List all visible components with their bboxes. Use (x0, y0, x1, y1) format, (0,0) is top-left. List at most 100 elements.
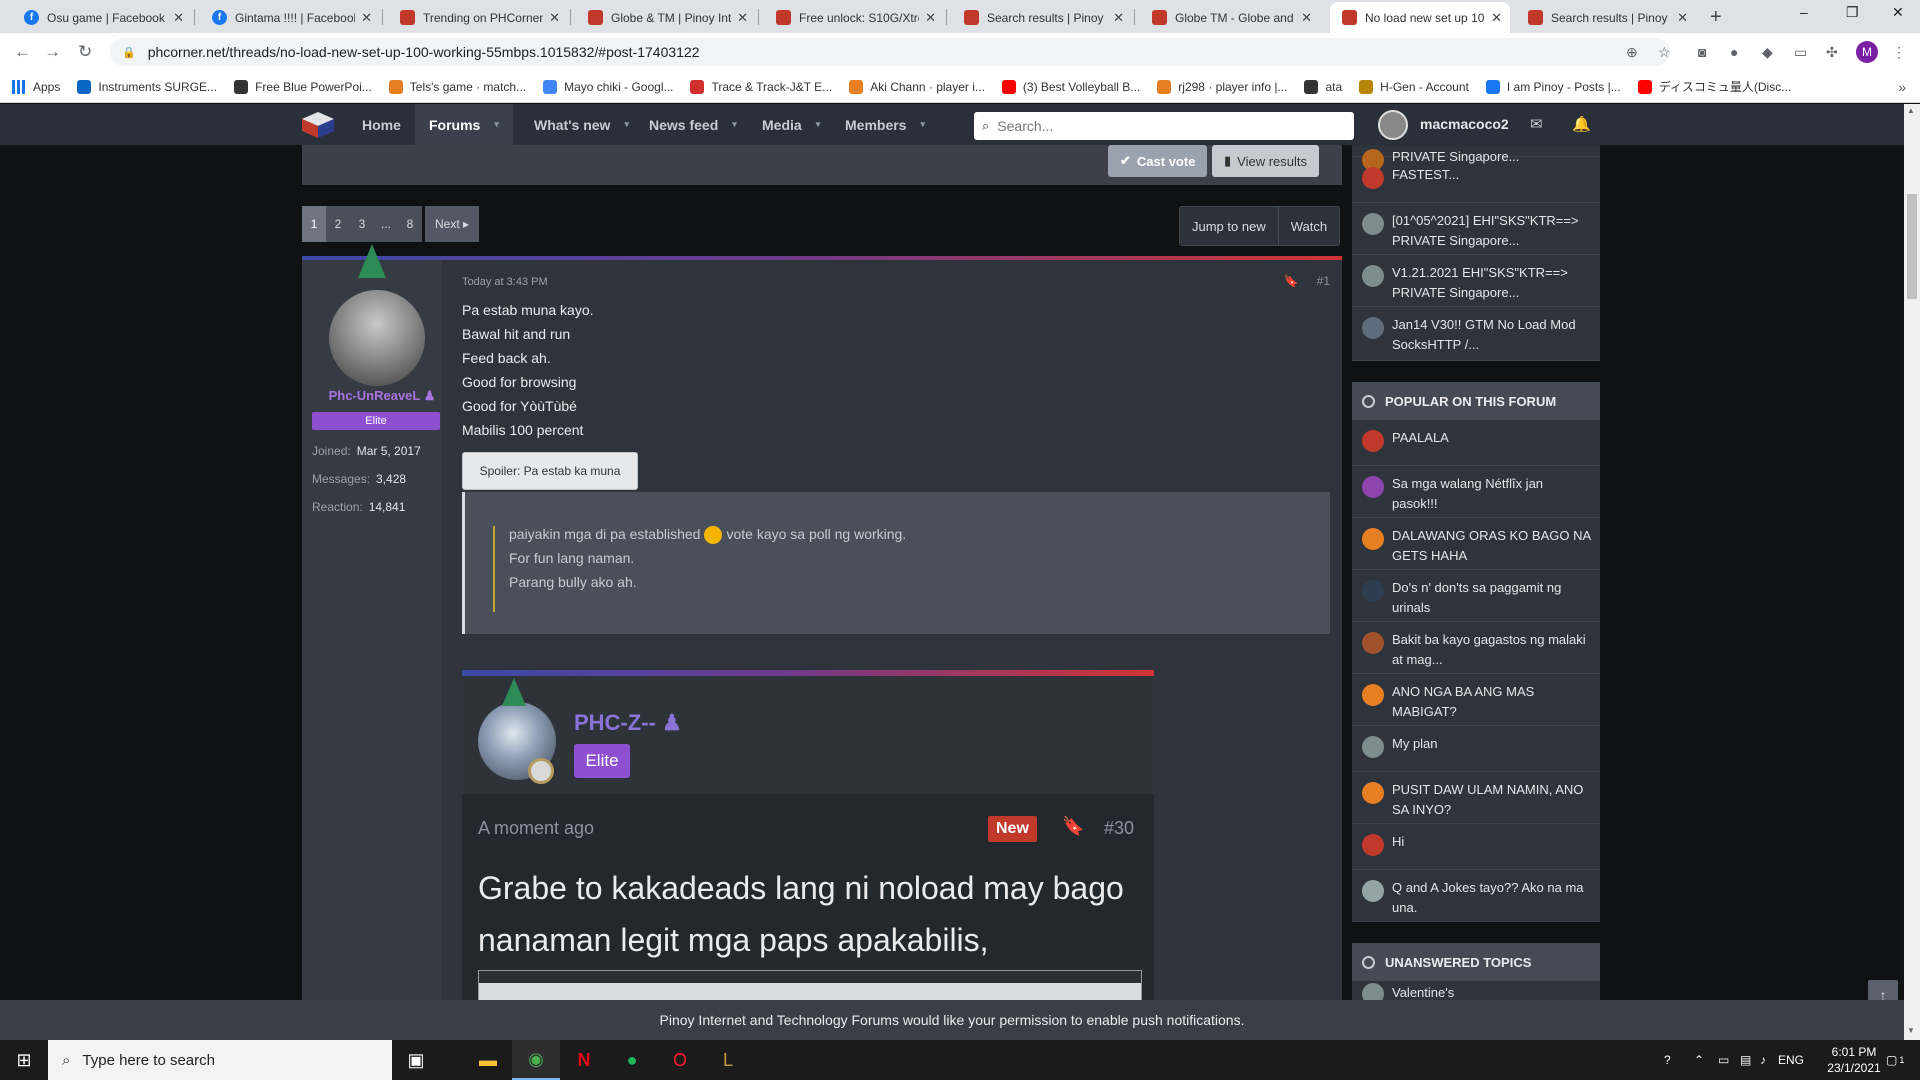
system-clock[interactable]: 6:01 PM 23/1/2021 (1812, 1044, 1896, 1076)
cast-vote-button[interactable]: ✔ Cast vote (1108, 145, 1208, 177)
bookmark-item[interactable]: Free Blue PowerPoi... (234, 79, 372, 94)
page-ellipsis[interactable]: ... (374, 206, 398, 242)
back-arrow-icon[interactable]: ← (14, 42, 31, 62)
spoiler-toggle-button[interactable]: Spoiler: Pa estab ka muna (462, 452, 638, 490)
extension-icon[interactable]: ● (1730, 44, 1738, 60)
netflix-icon[interactable]: N (560, 1040, 608, 1080)
nav-forums[interactable]: Forums ▾ (415, 104, 513, 145)
taskbar-search-box[interactable]: ⌕ Type here to search (48, 1040, 392, 1080)
sidebar-topic[interactable]: PRIVATE Singapore... (1352, 145, 1600, 171)
help-icon[interactable]: ? (1664, 1040, 1671, 1080)
scroll-down-arrow-icon[interactable]: ▼ (1907, 1026, 1915, 1035)
bookmark-item[interactable]: rj298 · player info |... (1157, 79, 1287, 94)
reload-icon[interactable]: ↻ (78, 42, 92, 62)
browser-tab[interactable]: Globe & TM | Pinoy Int ✕ (576, 2, 756, 33)
close-tab-icon[interactable]: ✕ (361, 10, 372, 26)
push-notification-banner[interactable]: Pinoy Internet and Technology Forums wou… (0, 1000, 1904, 1040)
bookmark-item[interactable]: Apps (12, 79, 60, 94)
bookmark-item[interactable]: Aki Chann · player i... (849, 79, 985, 94)
bookmark-item[interactable]: I am Pinoy - Posts |... (1485, 79, 1621, 94)
user-avatar[interactable] (1378, 110, 1408, 140)
browser-tab[interactable]: f Osu game | Facebook ✕ (12, 2, 192, 33)
kebab-menu-icon[interactable]: ⋮ (1892, 44, 1906, 61)
page-link[interactable]: 2 (326, 206, 350, 242)
sidebar-topic[interactable]: ANO NGA BA ANG MAS MABIGAT? (1352, 674, 1600, 726)
close-tab-icon[interactable]: ✕ (1677, 10, 1688, 26)
network-icon[interactable]: ▤ (1740, 1040, 1751, 1080)
close-tab-icon[interactable]: ✕ (549, 10, 560, 26)
file-explorer-icon[interactable]: ▬ (464, 1040, 512, 1080)
nav-news-feed[interactable]: News feed ▾ (649, 104, 737, 145)
bookmarks-overflow-icon[interactable]: » (1898, 79, 1906, 95)
sidebar-topic[interactable]: Bakit ba kayo gagastos ng malaki at mag.… (1352, 622, 1600, 674)
author-avatar[interactable] (329, 290, 425, 386)
nav-what-s-new[interactable]: What's new ▾ (534, 104, 629, 145)
author-name[interactable]: Phc-UnReaveL ♟ (322, 388, 442, 404)
chevron-down-icon[interactable]: ▾ (494, 119, 499, 130)
sidebar-topic[interactable]: Sa mga walang Nétflîx jan pasok!!! (1352, 466, 1600, 518)
sidebar-topic[interactable]: DALAWANG ORAS KO BAGO NA GETS HAHA (1352, 518, 1600, 570)
url-field[interactable]: 🔒 phcorner.net/threads/no-load-new-set-u… (110, 38, 1670, 66)
close-tab-icon[interactable]: ✕ (1113, 10, 1124, 26)
bookmark-icon[interactable]: 🔖 (1284, 274, 1299, 288)
profile-avatar[interactable]: M (1856, 41, 1878, 63)
close-tab-icon[interactable]: ✕ (925, 10, 936, 26)
browser-tab[interactable]: Search results | Pinoy In ✕ (952, 2, 1132, 33)
star-icon[interactable]: ☆ (1658, 44, 1671, 61)
username-link[interactable]: macmacoco2 (1420, 116, 1509, 132)
close-tab-icon[interactable]: ✕ (1301, 10, 1312, 26)
spotify-icon[interactable]: ● (608, 1040, 656, 1080)
envelope-icon[interactable]: ✉ (1530, 115, 1543, 133)
sidebar-topic[interactable]: Hi (1352, 824, 1600, 870)
bookmark-item[interactable]: Instruments SURGE... (77, 79, 217, 94)
bookmark-item[interactable]: ディスコミュ量人(Disc... (1637, 78, 1791, 95)
nav-members[interactable]: Members ▾ (845, 104, 925, 145)
sidebar-topic[interactable]: [01^05^2021] EHI"SKS"KTR==> PRIVATE Sing… (1352, 203, 1600, 255)
close-tab-icon[interactable]: ✕ (173, 10, 184, 26)
chrome-icon[interactable]: ◉ (512, 1040, 560, 1080)
jump-to-new-button[interactable]: Jump to new (1180, 207, 1279, 245)
page-link[interactable]: 3 (350, 206, 374, 242)
close-tab-icon[interactable]: ✕ (1491, 10, 1502, 26)
watch-button[interactable]: Watch (1279, 207, 1339, 245)
embedded-image[interactable]: PHC-Z-- ♟ Elite A moment ago New 🔖 #30 G… (462, 670, 1154, 1000)
sidebar-topic[interactable]: Jan14 V30!! GTM No Load Mod SocksHTTP /.… (1352, 307, 1600, 361)
language-indicator[interactable]: ENG (1778, 1040, 1804, 1080)
chevron-down-icon[interactable]: ▾ (816, 119, 821, 130)
task-view-icon[interactable]: ▣ (392, 1040, 440, 1080)
phcorner-logo[interactable] (300, 111, 336, 139)
tray-chevron-icon[interactable]: ⌃ (1694, 1040, 1704, 1080)
bookmark-item[interactable]: (3) Best Volleyball B... (1001, 79, 1140, 94)
sidebar-topic[interactable]: FASTEST... (1352, 157, 1600, 203)
screen-extension-icon[interactable]: ▭ (1794, 44, 1807, 61)
bookmark-item[interactable]: H-Gen - Account (1359, 79, 1469, 94)
opera-icon[interactable]: O (656, 1040, 704, 1080)
post-number-link[interactable]: #1 (1317, 274, 1330, 288)
browser-tab[interactable]: Trending on PHCorner ✕ (388, 2, 568, 33)
page-link[interactable]: 1 (302, 206, 326, 242)
bookmark-item[interactable]: Mayo chiki - Googl... (543, 79, 673, 94)
bell-icon[interactable]: 🔔 (1572, 115, 1591, 133)
bookmark-item[interactable]: Trace & Track-J&T E... (690, 79, 832, 94)
minimize-button[interactable]: – (1800, 4, 1808, 20)
sidebar-topic[interactable]: PUSIT DAW ULAM NAMIN, ANO SA INYO? (1352, 772, 1600, 824)
nav-home[interactable]: Home▾ (362, 104, 419, 145)
bookmark-item[interactable]: Tels's game · match... (388, 79, 526, 94)
page-scrollbar[interactable]: ▲ ▼ (1904, 104, 1920, 1040)
browser-tab[interactable]: Free unlock: S10G/Xtre ✕ (764, 2, 944, 33)
forward-arrow-icon[interactable]: → (44, 42, 61, 62)
view-results-button[interactable]: ▮ View results (1212, 145, 1319, 177)
browser-tab[interactable]: Globe TM - Globe and ✕ (1140, 2, 1320, 33)
sidebar-topic[interactable]: My plan (1352, 726, 1600, 772)
nav-media[interactable]: Media ▾ (762, 104, 820, 145)
notification-center-icon[interactable]: ▢ 1 (1886, 1040, 1904, 1080)
puzzle-icon[interactable]: ✣ (1826, 44, 1838, 61)
sidebar-topic[interactable]: Q and A Jokes tayo?? Ako na ma una. (1352, 870, 1600, 922)
chevron-down-icon[interactable]: ▾ (920, 119, 925, 130)
close-window-button[interactable]: ✕ (1892, 4, 1904, 21)
site-search-input[interactable]: ⌕ Search... (974, 112, 1354, 140)
sidebar-topic[interactable]: Do's n' don'ts sa paggamit ng urinals (1352, 570, 1600, 622)
chevron-down-icon[interactable]: ▾ (732, 119, 737, 130)
browser-tab[interactable]: f Gintama !!!! | Facebook ✕ (200, 2, 380, 33)
league-client-icon[interactable]: L (704, 1040, 752, 1080)
